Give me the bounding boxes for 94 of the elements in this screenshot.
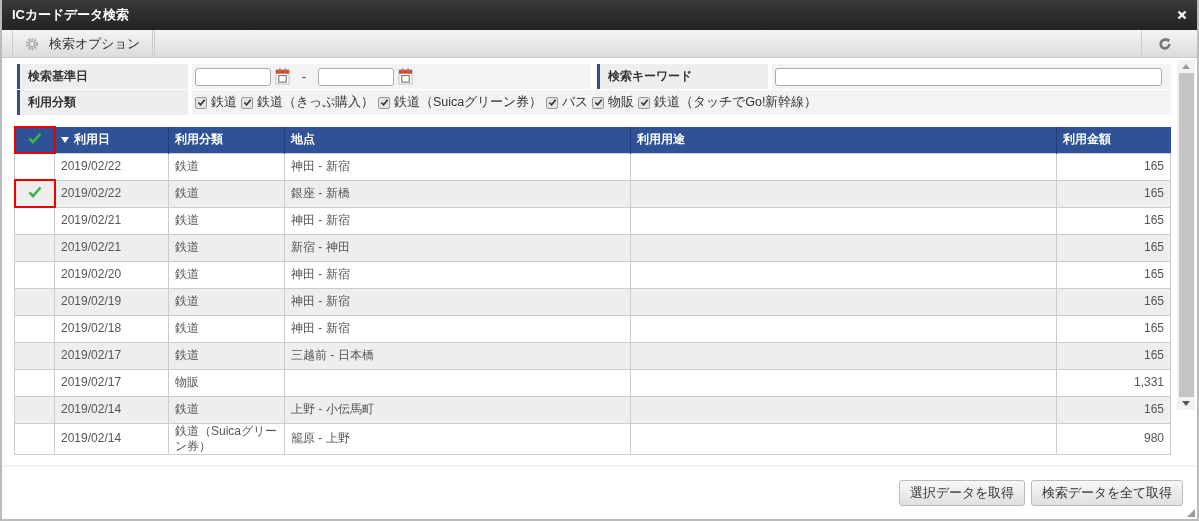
table-cell: 神田 - 新宿 — [284, 153, 631, 180]
table-cell: 2019/02/14 — [54, 423, 169, 454]
calendar-icon[interactable] — [398, 68, 413, 85]
table-cell: 鉄道 — [168, 207, 285, 234]
table-cell: 鉄道（Suicaグリーン券） — [168, 423, 285, 454]
window-title: ICカードデータ検索 — [12, 6, 130, 24]
scrollbar[interactable] — [1177, 60, 1195, 410]
checkbox-label: 物販 — [608, 94, 635, 111]
table-cell: 2019/02/18 — [54, 315, 169, 342]
table-cell: 神田 - 新宿 — [284, 207, 631, 234]
table-cell: 銀座 - 新橋 — [284, 180, 631, 207]
table-cell: 鉄道 — [168, 234, 285, 261]
table-cell: 165 — [1056, 234, 1171, 261]
action-button[interactable]: 選択データを取得 — [899, 480, 1025, 506]
table-cell: 2019/02/22 — [54, 153, 169, 180]
action-button[interactable]: 検索データを全て取得 — [1031, 480, 1183, 506]
table-cell: 2019/02/17 — [54, 369, 169, 396]
row-select-cell[interactable] — [14, 423, 55, 454]
gear-icon — [25, 36, 39, 51]
table-cell: 2019/02/14 — [54, 396, 169, 423]
table-cell: 鉄道 — [168, 153, 285, 180]
keyword-field[interactable] — [775, 67, 1162, 86]
field-label: 検索基準日 — [17, 64, 188, 89]
refresh-icon — [1157, 36, 1172, 51]
table-cell: 新宿 - 神田 — [284, 234, 631, 261]
row-select-cell[interactable] — [14, 207, 55, 234]
table-cell: 物販 — [168, 369, 285, 396]
table-cell: 鉄道 — [168, 261, 285, 288]
checkbox[interactable] — [195, 96, 207, 109]
table-cell: 神田 - 新宿 — [284, 315, 631, 342]
row-select-cell[interactable] — [14, 315, 55, 342]
table-cell: 鉄道 — [168, 396, 285, 423]
table-cell: 鉄道 — [168, 180, 285, 207]
row-select-cell[interactable] — [14, 234, 55, 261]
checkbox-label: バス — [562, 94, 589, 111]
resize-grip-icon[interactable] — [1187, 509, 1195, 517]
row-select-cell[interactable] — [14, 396, 55, 423]
column-header[interactable]: 利用用途 — [630, 127, 1057, 153]
table-cell: 2019/02/17 — [54, 342, 169, 369]
search-options-tab[interactable]: 検索オプション — [12, 30, 155, 57]
table-cell: 165 — [1056, 261, 1171, 288]
table-cell: 神田 - 新宿 — [284, 288, 631, 315]
scroll-down-icon[interactable] — [1182, 401, 1190, 406]
range-separator: - — [302, 69, 306, 84]
table-cell: 2019/02/21 — [54, 207, 169, 234]
date-to-field[interactable] — [318, 67, 394, 86]
close-icon[interactable] — [1177, 10, 1187, 20]
table-cell: 籠原 - 上野 — [284, 423, 631, 454]
table-cell: 165 — [1056, 315, 1171, 342]
table-cell: 三越前 - 日本橋 — [284, 342, 631, 369]
column-header[interactable]: 地点 — [284, 127, 631, 153]
date-from-field[interactable] — [195, 67, 271, 86]
checkbox[interactable] — [378, 96, 390, 109]
table-cell: 980 — [1056, 423, 1171, 454]
table-cell: 165 — [1056, 288, 1171, 315]
column-header[interactable]: 利用分類 — [168, 127, 285, 153]
row-select-cell[interactable] — [14, 180, 55, 207]
table-cell: 165 — [1056, 342, 1171, 369]
checkbox-label: 鉄道（タッチでGo!新幹線） — [654, 94, 818, 111]
table-cell: 2019/02/19 — [54, 288, 169, 315]
row-select-cell[interactable] — [14, 342, 55, 369]
sort-descending-icon — [61, 136, 69, 143]
column-header[interactable]: 利用日 — [54, 127, 169, 153]
table-cell: 鉄道 — [168, 288, 285, 315]
field-label: 利用分類 — [17, 90, 188, 115]
table-cell: 2019/02/21 — [54, 234, 169, 261]
checkbox-label: 鉄道 — [211, 94, 237, 111]
checkmark-icon — [27, 185, 42, 198]
table-cell: 1,331 — [1056, 369, 1171, 396]
select-all-header[interactable] — [14, 127, 55, 153]
table-cell: 165 — [1056, 207, 1171, 234]
checkbox[interactable] — [592, 96, 605, 109]
table-cell: 165 — [1056, 180, 1171, 207]
column-header[interactable]: 利用金額 — [1056, 127, 1171, 153]
checkbox[interactable] — [546, 96, 559, 109]
checkbox-label: 鉄道（Suicaグリーン券） — [394, 94, 543, 111]
table-cell: 鉄道 — [168, 315, 285, 342]
row-select-cell[interactable] — [14, 369, 55, 396]
checkbox[interactable] — [241, 96, 253, 109]
field-label: 検索キーワード — [597, 64, 768, 89]
table-cell: 2019/02/20 — [54, 261, 169, 288]
scroll-up-icon[interactable] — [1182, 64, 1190, 69]
table-cell: 上野 - 小伝馬町 — [284, 396, 631, 423]
table-cell: 165 — [1056, 153, 1171, 180]
checkbox[interactable] — [638, 96, 651, 109]
checkmark-icon — [27, 132, 42, 145]
calendar-icon[interactable] — [275, 68, 290, 85]
checkbox-label: 鉄道（きっぷ購入） — [257, 94, 374, 111]
row-select-cell[interactable] — [14, 288, 55, 315]
table-cell: 神田 - 新宿 — [284, 261, 631, 288]
table-cell: 2019/02/22 — [54, 180, 169, 207]
table-cell: 鉄道 — [168, 342, 285, 369]
row-select-cell[interactable] — [14, 261, 55, 288]
table-cell: 165 — [1056, 396, 1171, 423]
